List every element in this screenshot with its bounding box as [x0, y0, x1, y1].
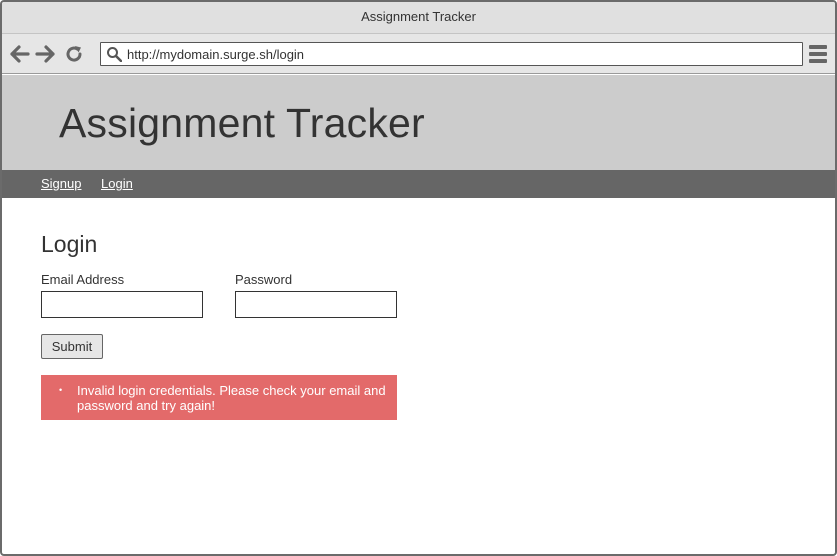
search-icon [107, 47, 122, 62]
login-heading: Login [41, 231, 98, 257]
reload-icon [66, 46, 82, 62]
reload-button[interactable] [64, 44, 84, 64]
email-field[interactable] [41, 291, 203, 318]
back-button[interactable] [10, 44, 30, 64]
browser-window: Assignment Tracker http://mydomain.surge… [0, 0, 837, 556]
forward-button[interactable] [35, 44, 55, 64]
window-title: Assignment Tracker [2, 2, 835, 34]
address-bar[interactable] [100, 42, 803, 66]
submit-button[interactable]: Submit [41, 334, 103, 359]
main-content: Login Email Address Password Submit • In… [2, 198, 835, 554]
email-label: Email Address [41, 272, 125, 287]
password-field[interactable] [235, 291, 397, 318]
nav-link-login[interactable]: Login [101, 176, 133, 191]
site-header: Assignment Tracker [2, 75, 835, 170]
site-navbar: Signup Login [2, 170, 835, 198]
site-title: Assignment Tracker [59, 100, 425, 146]
arrow-left-icon [10, 45, 30, 63]
password-label: Password [235, 272, 293, 287]
bullet-icon: • [59, 385, 63, 395]
error-list: • Invalid login credentials. Please chec… [59, 383, 389, 413]
browser-toolbar [2, 34, 835, 74]
arrow-right-icon [35, 45, 55, 63]
error-alert: • Invalid login credentials. Please chec… [41, 375, 397, 420]
error-item: • Invalid login credentials. Please chec… [59, 383, 389, 413]
error-message: Invalid login credentials. Please check … [77, 383, 386, 413]
url-input[interactable] [127, 45, 787, 64]
hamburger-menu-icon[interactable] [809, 45, 827, 63]
nav-link-signup[interactable]: Signup [41, 176, 81, 191]
